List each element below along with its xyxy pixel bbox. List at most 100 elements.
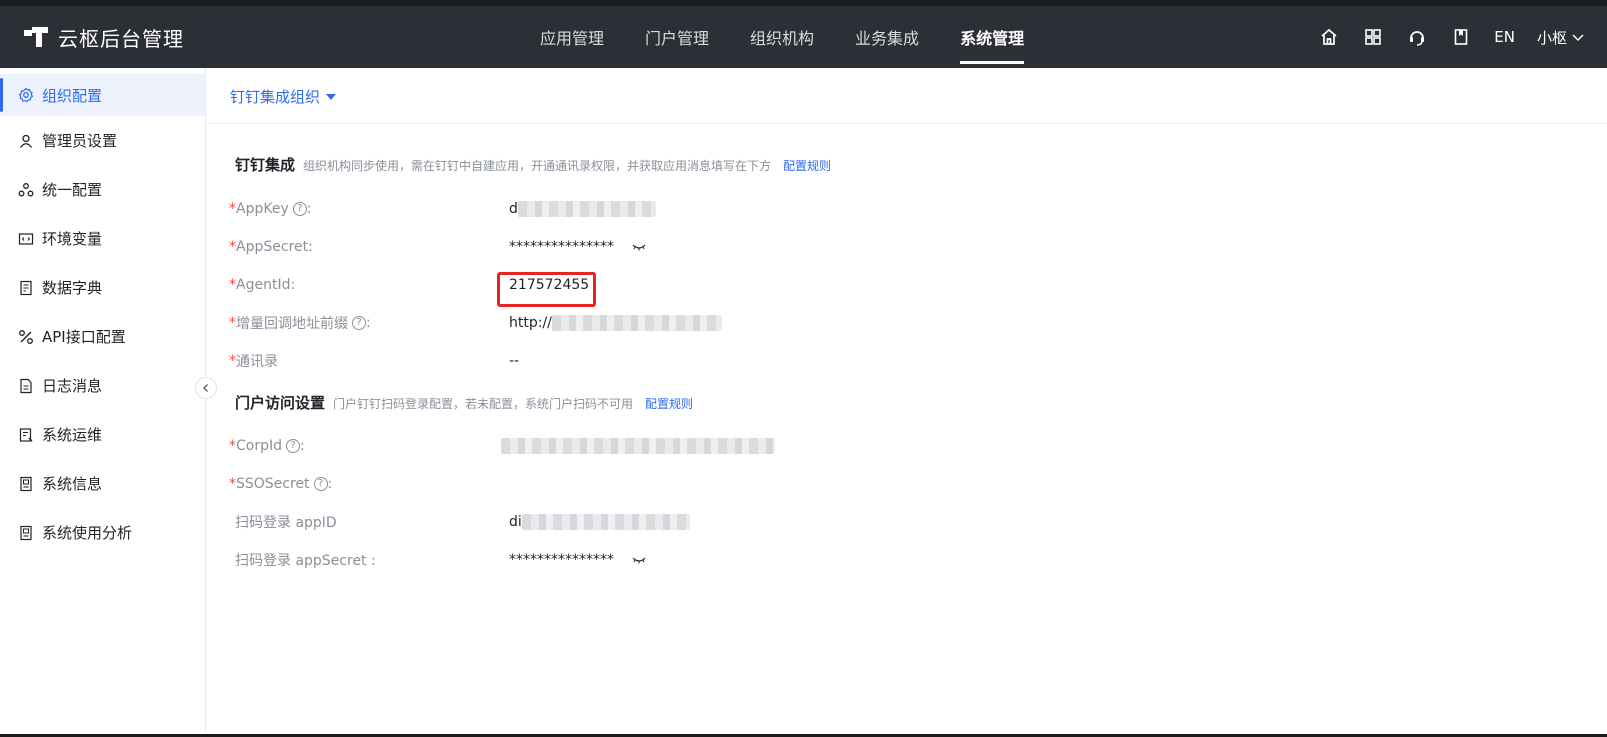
home-icon[interactable]	[1318, 26, 1340, 48]
sidebar-item-env-variables[interactable]: 环境变量	[0, 214, 205, 263]
nav-business-integration[interactable]: 业务集成	[855, 6, 919, 68]
sidebar-item-usage-analysis[interactable]: 系统使用分析	[0, 508, 205, 557]
corpid-value	[501, 438, 775, 454]
eye-closed-icon[interactable]	[632, 556, 646, 564]
chevron-down-icon	[1572, 34, 1584, 42]
corpid-label: * CorpId?:	[229, 438, 509, 454]
apps-grid-icon[interactable]	[1362, 26, 1384, 48]
scan-appsecret-label: 扫码登录 appSecret :	[235, 553, 376, 569]
colon: :	[306, 201, 312, 217]
sidebar-item-label: 系统运维	[42, 426, 103, 444]
appsecret-masked: ***************	[509, 239, 614, 255]
field-callback-prefix: * 增量回调地址前缀?: http://	[229, 311, 1129, 335]
redacted-blur	[501, 438, 775, 454]
redacted-blur	[517, 201, 656, 217]
sidebar-item-label: 系统信息	[42, 475, 103, 493]
api-icon	[18, 329, 34, 345]
appsecret-label: * AppSecret:	[229, 239, 509, 255]
sidebar-item-system-info[interactable]: 系统信息	[0, 459, 205, 508]
gear-icon	[18, 87, 34, 103]
help-icon[interactable]: ?	[313, 477, 328, 491]
section-description: 组织机构同步使用，需在钉钉中自建应用，开通通讯录权限，并获取应用消息填写在下方	[303, 159, 772, 173]
help-icon[interactable]: ?	[352, 316, 366, 330]
required-mark: *	[229, 201, 236, 217]
support-headset-icon[interactable]	[1406, 26, 1428, 48]
nav-organization[interactable]: 组织机构	[750, 6, 814, 68]
required-mark: *	[229, 353, 236, 369]
sidebar: 组织配置 管理员设置 统一配置 环境变量 数据字典 API接口配置 日志消息 系…	[0, 68, 206, 731]
redacted-blur	[521, 514, 690, 530]
caret-down-icon	[326, 93, 337, 100]
required-mark: *	[229, 315, 236, 331]
required-mark: *	[229, 277, 236, 293]
config-rules-link[interactable]: 配置规则	[645, 395, 693, 412]
colon: :	[327, 476, 333, 492]
scan-appid-value-text: di	[509, 514, 522, 530]
app-logo[interactable]: 云枢后台管理	[24, 6, 184, 68]
config-rules-link[interactable]: 配置规则	[783, 157, 831, 174]
help-icon[interactable]: ?	[292, 202, 307, 216]
portal-access-section-title: 门户访问设置 门户钉钉扫码登录配置，若未配置，系统门户扫码不可用 配置规则	[235, 392, 693, 413]
ssosecret-label: * SSOSecret?:	[229, 476, 509, 492]
required-mark: *	[229, 438, 236, 454]
code-window-icon	[18, 231, 34, 247]
nav-system-management[interactable]: 系统管理	[960, 6, 1025, 68]
sidebar-item-unified-config[interactable]: 统一配置	[0, 165, 205, 214]
dingtalk-integration-section-title: 钉钉集成 组织机构同步使用，需在钉钉中自建应用，开通通讯录权限，并获取应用消息填…	[235, 154, 831, 175]
scan-appid-label: 扫码登录 appID	[235, 515, 337, 531]
sidebar-item-log-messages[interactable]: 日志消息	[0, 361, 205, 410]
header-tools: EN 小枢	[1296, 6, 1585, 68]
field-appkey: * AppKey?: d	[229, 197, 1129, 221]
agentid-label: * AgentId:	[229, 277, 509, 293]
colon: :	[300, 438, 305, 454]
sidebar-item-admin-settings[interactable]: 管理员设置	[0, 116, 205, 165]
book-icon	[18, 280, 34, 296]
chart-doc-icon	[18, 525, 34, 541]
top-header: 云枢后台管理 应用管理 门户管理 组织机构 业务集成 系统管理 EN 小枢	[0, 6, 1607, 68]
appkey-value: d	[509, 201, 656, 217]
sidebar-item-org-config[interactable]: 组织配置	[0, 74, 205, 116]
contacts-value: --	[509, 353, 520, 369]
tool-doc-icon	[18, 427, 34, 443]
sidebar-item-data-dictionary[interactable]: 数据字典	[0, 263, 205, 312]
document-icon[interactable]	[1450, 26, 1472, 48]
agentid-label-text: AgentId:	[236, 277, 296, 293]
user-name: 小枢	[1536, 28, 1567, 47]
sidebar-item-api-config[interactable]: API接口配置	[0, 312, 205, 361]
corpid-label-text: CorpId	[236, 438, 282, 454]
cluster-icon	[18, 182, 34, 198]
redacted-blur	[551, 315, 722, 331]
scan-appsecret-masked: ***************	[509, 552, 614, 568]
field-corpid: * CorpId?:	[229, 434, 1129, 458]
sidebar-item-label: API接口配置	[42, 328, 126, 346]
eye-closed-icon[interactable]	[632, 243, 646, 251]
language-switch[interactable]: EN	[1494, 28, 1515, 46]
user-icon	[18, 133, 34, 149]
colon: :	[366, 315, 371, 331]
main-nav: 应用管理 门户管理 组织机构 业务集成 系统管理	[540, 6, 1025, 68]
nav-portal-management[interactable]: 门户管理	[645, 6, 709, 68]
scan-appid-value: di	[509, 514, 690, 530]
appkey-label-text: AppKey	[236, 201, 289, 217]
scan-appsecret-value: ***************	[509, 552, 646, 568]
user-menu[interactable]: 小枢	[1537, 27, 1585, 48]
callback-value: http://	[509, 315, 722, 331]
contacts-label: * 通讯录	[229, 351, 509, 371]
section-title: 钉钉集成	[235, 156, 296, 174]
sidebar-item-label: 组织配置	[42, 86, 103, 105]
appsecret-label-text: AppSecret:	[236, 239, 313, 255]
callback-label: * 增量回调地址前缀?:	[229, 313, 509, 333]
help-icon[interactable]: ?	[286, 439, 300, 453]
sidebar-item-label: 环境变量	[42, 230, 103, 248]
agentid-highlight-box	[497, 272, 596, 307]
org-type-dropdown[interactable]: 钉钉集成组织	[230, 86, 337, 107]
nav-app-management[interactable]: 应用管理	[540, 6, 604, 68]
ssosecret-label-text: SSOSecret	[236, 476, 310, 492]
sidebar-item-system-ops[interactable]: 系统运维	[0, 410, 205, 459]
appkey-label: * AppKey?:	[229, 201, 509, 217]
field-scan-appsecret: 扫码登录 appSecret : ***************	[229, 548, 1129, 572]
sidebar-item-label: 管理员设置	[42, 132, 118, 150]
sidebar-item-label: 日志消息	[42, 377, 103, 395]
sidebar-item-label: 统一配置	[42, 181, 103, 199]
sidebar-collapse-button[interactable]	[195, 377, 217, 399]
